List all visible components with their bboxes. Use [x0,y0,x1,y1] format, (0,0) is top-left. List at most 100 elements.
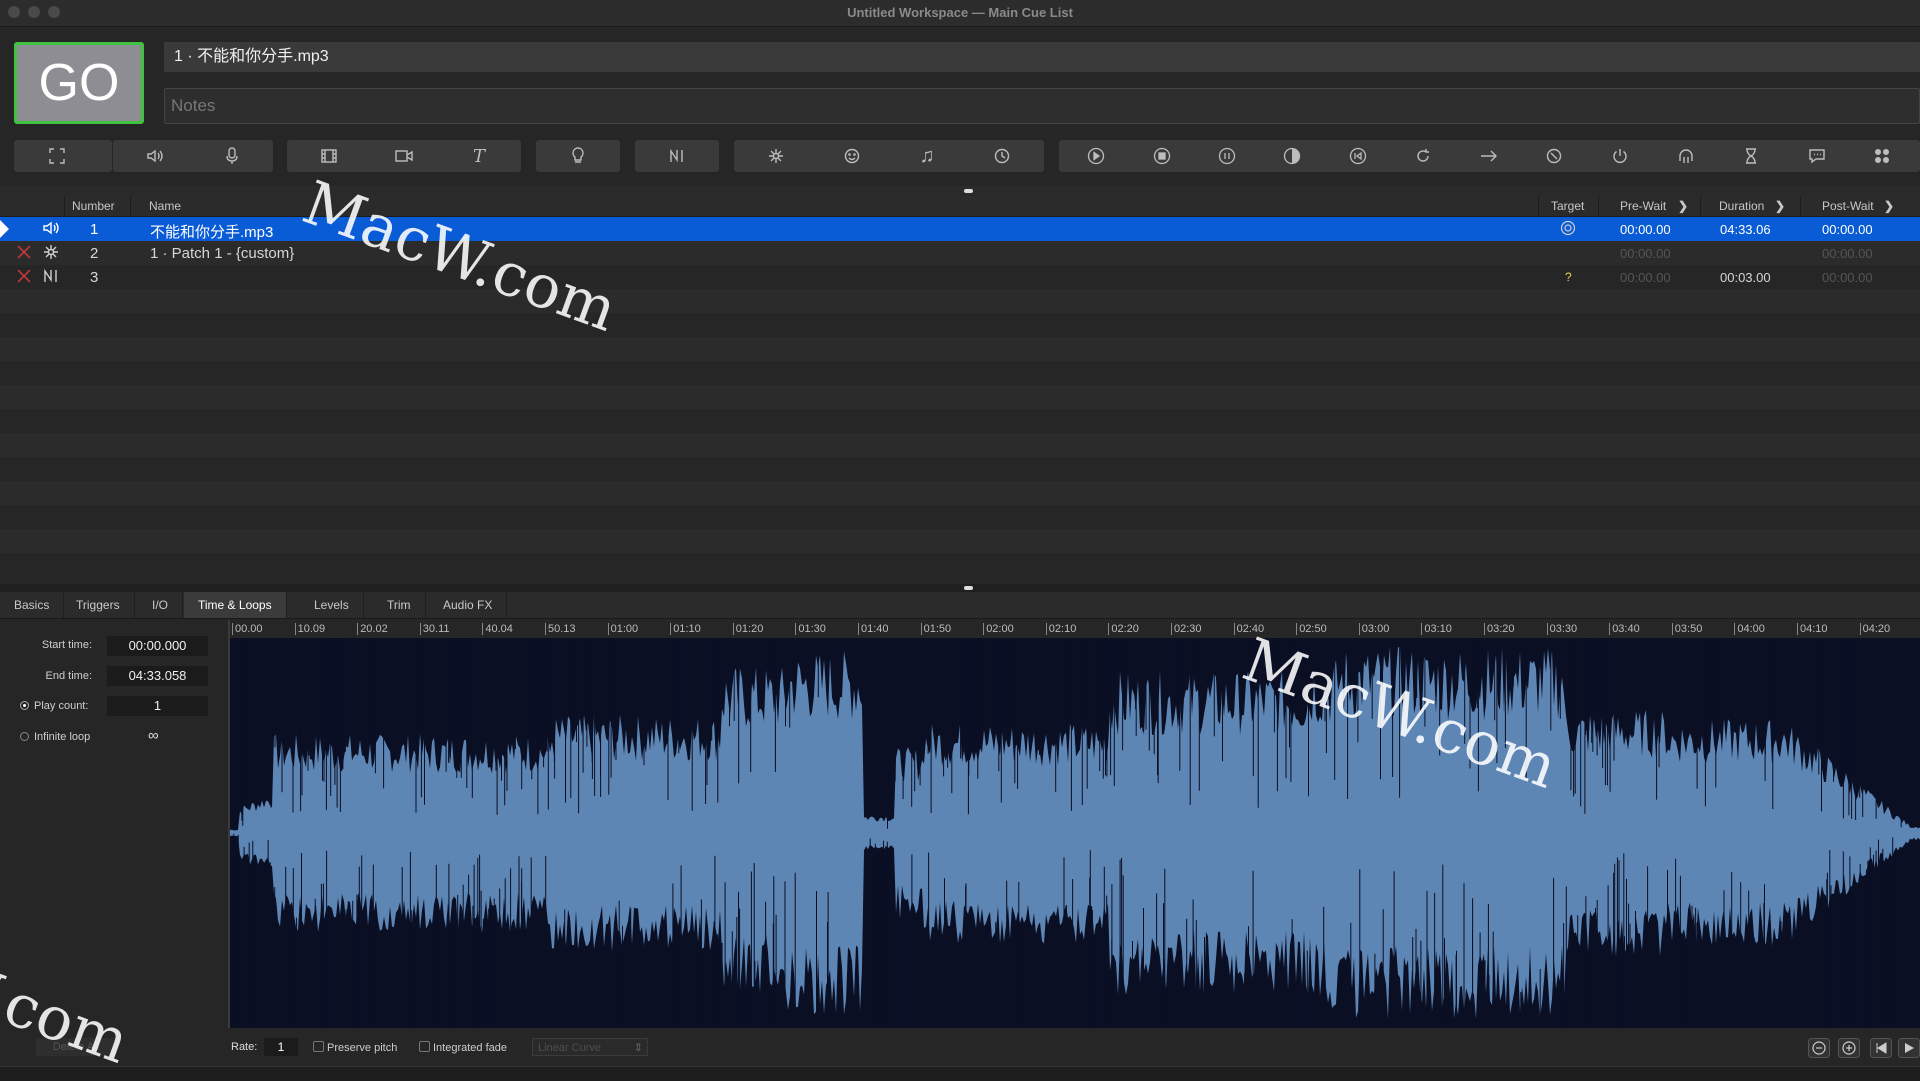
cue-duration[interactable]: 00:03.00 [1720,270,1771,285]
power-icon[interactable] [1600,140,1640,172]
cue-postwait[interactable]: 00:00.00 [1822,270,1873,285]
play-count-radio[interactable] [20,701,29,710]
camera-icon[interactable] [362,140,446,172]
network-icon[interactable] [635,140,719,172]
text-icon[interactable]: T [437,140,521,172]
music-note-icon[interactable]: ♫ [885,140,969,172]
column-target[interactable]: Target [1551,199,1584,213]
broken-cue-icon [16,268,32,288]
waveform-display[interactable] [230,638,1920,1028]
fullscreen-icon[interactable] [14,140,100,172]
target-icon[interactable] [1534,140,1574,172]
curve-select-label: Linear Curve [538,1042,601,1054]
cue-prewait[interactable]: 00:00.00 [1620,270,1671,285]
end-time-label: End time: [45,670,92,682]
target-icon[interactable] [1560,220,1576,240]
pause-icon[interactable] [1207,140,1247,172]
goto-icon[interactable] [1469,140,1509,172]
cue-target[interactable]: ? [1565,270,1572,284]
status-bar [0,1066,1920,1081]
ruler-tick: 01:10 [670,623,701,635]
column-name[interactable]: Name [149,199,181,213]
microphone-icon[interactable] [190,140,274,172]
ruler-tick: 04:10 [1797,623,1828,635]
cue-number: 2 [90,245,99,262]
empty-row [0,457,1920,481]
zoom-in-icon[interactable] [1838,1038,1860,1061]
empty-row [0,505,1920,529]
delete-all-button[interactable]: Delete All [36,1038,116,1056]
cue-row[interactable]: 1 不能和你分手.mp3 00:00.00 04:33.06 00:00.00 [0,217,1920,241]
load-icon[interactable] [1272,140,1312,172]
tab-triggers[interactable]: Triggers [62,592,135,618]
empty-row [0,337,1920,361]
cue-postwait[interactable]: 00:00.00 [1822,246,1873,261]
tab-audio-fx[interactable]: Audio FX [429,592,508,618]
skip-back-icon[interactable] [1870,1038,1892,1061]
chat-icon[interactable] [1797,140,1837,172]
column-duration[interactable]: Duration [1719,199,1764,213]
ruler-tick: 01:50 [920,623,951,635]
tab-time-and-loops[interactable]: Time & Loops [184,592,287,618]
ruler-tick: 02:10 [1045,623,1076,635]
inspector-splitter[interactable] [0,584,1920,592]
column-postwait[interactable]: Post-Wait [1822,199,1874,213]
infinite-loop-radio[interactable] [20,732,29,741]
tab-trim[interactable]: Trim [373,592,426,618]
lightbulb-icon[interactable] [536,140,620,172]
title-bar: Untitled Workspace — Main Cue List [0,0,1920,27]
ruler-tick: 00.00 [232,623,263,635]
integrated-fade-checkbox[interactable]: Integrated fade [419,1041,507,1054]
stop-icon[interactable] [1142,140,1182,172]
hourglass-icon[interactable] [1731,140,1771,172]
cue-prewait[interactable]: 00:00.00 [1620,246,1671,261]
patch-icon[interactable] [734,140,818,172]
ruler-tick: 01:20 [732,623,763,635]
tab-levels[interactable]: Levels [300,592,364,618]
headphone-icon[interactable] [1666,140,1706,172]
toolbar-splitter[interactable] [0,186,1920,196]
rate-field[interactable]: 1 [264,1038,298,1056]
cue-duration[interactable]: 04:33.06 [1720,222,1771,237]
face-icon[interactable] [810,140,894,172]
play-icon[interactable] [1076,140,1116,172]
cue-row[interactable]: 2 1 · Patch 1 - {custom} 00:00.00 00:00.… [0,241,1920,265]
inspector-bottom-bar: Delete All Rate: 1 Preserve pitch Integr… [0,1030,1920,1066]
column-prewait[interactable]: Pre-Wait [1620,199,1666,213]
reset-icon[interactable] [1338,140,1378,172]
empty-row [0,481,1920,505]
preview-play-icon[interactable] [1898,1038,1920,1061]
clock-icon[interactable] [960,140,1044,172]
ruler-tick: 02:00 [983,623,1014,635]
column-number[interactable]: Number [72,199,115,213]
play-count-field[interactable]: 1 [107,696,208,716]
cue-list: 1 不能和你分手.mp3 00:00.00 04:33.06 00:00.00 … [0,217,1920,583]
cue-row[interactable]: 3 ? 00:00.00 00:03.00 00:00.00 [0,265,1920,289]
curve-select[interactable]: Linear Curve ⇕ [532,1038,648,1056]
start-time-field[interactable]: 00:00.000 [107,636,208,656]
refresh-icon[interactable] [1403,140,1443,172]
go-button[interactable]: GO [14,42,144,124]
cue-number: 3 [90,269,99,286]
ruler-tick: 50.13 [545,623,576,635]
tab-basics[interactable]: Basics [0,592,65,618]
end-time-field[interactable]: 04:33.058 [107,666,208,686]
cue-name: 1 · Patch 1 - {custom} [150,245,295,262]
empty-row [0,553,1920,577]
preserve-pitch-checkbox[interactable]: Preserve pitch [313,1041,397,1054]
cue-postwait[interactable]: 00:00.00 [1822,222,1873,237]
ruler-tick: 03:50 [1671,623,1702,635]
time-ruler[interactable]: 00.00 10.09 20.02 30.11 40.04 50.13 01:00 01:10… [230,620,1920,638]
zoom-out-icon[interactable] [1808,1038,1830,1061]
tab-io[interactable]: I/O [138,592,184,618]
notes-field[interactable]: Notes [164,88,1920,124]
rate-label: Rate: [231,1041,258,1053]
cue-prewait[interactable]: 00:00.00 [1620,222,1671,237]
ruler-tick: 01:00 [607,623,638,635]
grid-icon[interactable] [1862,140,1902,172]
inspector-tabs: Basics Triggers I/O Time & Loops Levels … [0,592,1920,619]
film-icon[interactable] [287,140,371,172]
speaker-icon[interactable] [113,140,197,172]
chevron-right-icon: ❯ [1678,199,1689,213]
cue-number: 1 [90,221,99,238]
